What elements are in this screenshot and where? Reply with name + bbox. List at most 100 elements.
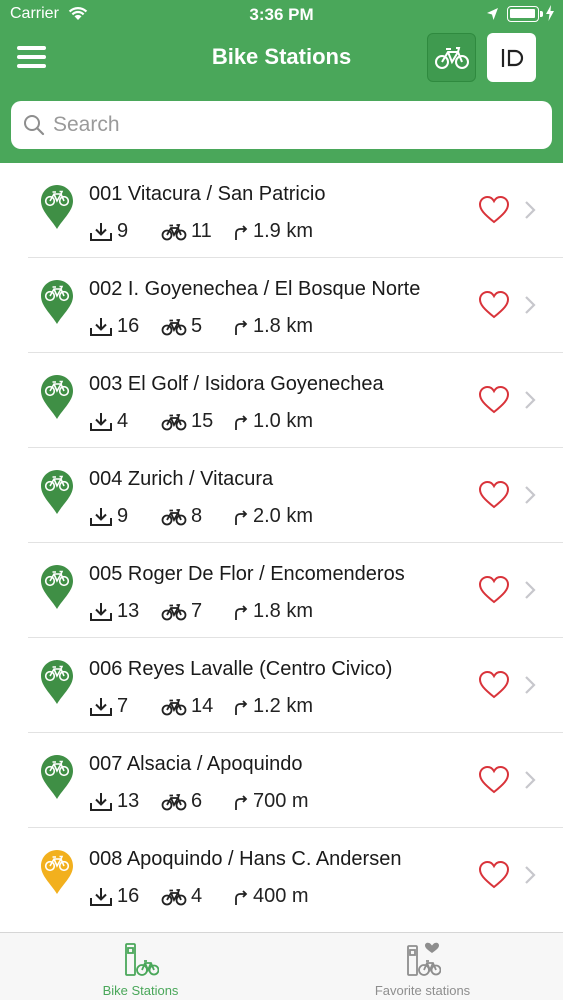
status-bar: Carrier 3:36 PM [0, 0, 563, 30]
station-stats: 13 6 700 m [89, 790, 309, 813]
tab-favorite-stations[interactable]: Favorite stations [282, 933, 563, 1000]
station-name: 002 I. Goyenechea / El Bosque Norte [89, 278, 421, 300]
bicycle-icon [161, 603, 187, 620]
bicycle-icon [434, 46, 469, 69]
available-docks: 16 [89, 315, 161, 338]
bicycle-icon [161, 318, 187, 335]
tab-label: Favorite stations [374, 983, 471, 998]
distance-value: 1.8 km [253, 600, 314, 622]
turn-arrow-icon [235, 604, 248, 620]
station-stats: 13 7 1.8 km [89, 600, 313, 623]
dock-download-icon [90, 602, 112, 621]
docks-count: 13 [117, 790, 140, 812]
available-bikes: 5 [161, 315, 233, 338]
bikes-count: 4 [191, 885, 203, 907]
docks-count: 9 [117, 220, 129, 242]
tab-label: Bike Stations [102, 983, 179, 998]
station-name: 001 Vitacura / San Patricio [89, 183, 326, 205]
dock-download-icon [90, 887, 112, 906]
docks-count: 7 [117, 695, 129, 717]
map-pin-bicycle-icon [41, 280, 73, 324]
favorite-heart-icon[interactable] [478, 480, 510, 510]
turn-arrow-icon [235, 224, 248, 240]
station-distance: 1.2 km [233, 695, 313, 718]
status-time: 3:36 PM [249, 5, 314, 24]
bicycle-icon [161, 888, 187, 905]
tab-bike-stations[interactable]: Bike Stations [0, 933, 281, 1000]
station-stats: 7 14 1.2 km [89, 695, 313, 718]
turn-arrow-icon [235, 794, 248, 810]
dock-filter-button[interactable] [487, 33, 536, 82]
favorite-heart-icon[interactable] [478, 670, 510, 700]
favorite-heart-icon[interactable] [478, 765, 510, 795]
bicycle-icon [161, 413, 187, 430]
distance-value: 400 m [253, 885, 309, 907]
bicycle-icon [161, 223, 187, 240]
docks-count: 16 [117, 315, 140, 337]
map-pin-bicycle-icon [41, 185, 73, 229]
dock-download-icon [90, 412, 112, 431]
dock-icon [501, 48, 523, 67]
bikes-count: 11 [191, 220, 212, 242]
bike-filter-button[interactable] [427, 33, 476, 82]
dock-download-icon [90, 317, 112, 336]
bikes-count: 14 [191, 695, 214, 717]
station-row[interactable]: 006 Reyes Lavalle (Centro Civico) 7 14 1… [28, 638, 563, 733]
search-bar [11, 101, 552, 149]
station-stats: 4 15 1.0 km [89, 410, 313, 433]
favorite-heart-icon[interactable] [478, 575, 510, 605]
station-row[interactable]: 004 Zurich / Vitacura 9 8 2.0 km [28, 448, 563, 543]
station-row[interactable]: 001 Vitacura / San Patricio 9 11 1.9 km [28, 163, 563, 258]
chevron-right-icon [525, 581, 536, 599]
chevron-right-icon [525, 391, 536, 409]
favorite-heart-icon[interactable] [478, 195, 510, 225]
turn-arrow-icon [235, 319, 248, 335]
available-bikes: 14 [161, 695, 233, 718]
available-bikes: 4 [161, 885, 233, 908]
map-pin-bicycle-icon [41, 850, 73, 894]
distance-value: 700 m [253, 790, 309, 812]
turn-arrow-icon [235, 889, 248, 905]
available-bikes: 8 [161, 505, 233, 528]
dock-download-icon [90, 507, 112, 526]
station-stats: 9 11 1.9 km [89, 220, 313, 243]
station-distance: 2.0 km [233, 505, 313, 528]
station-stats: 16 4 400 m [89, 885, 309, 908]
favorite-heart-icon[interactable] [478, 860, 510, 890]
map-pin-bicycle-icon [41, 755, 73, 799]
docks-count: 16 [117, 885, 140, 907]
search-icon [24, 115, 45, 136]
station-row[interactable]: 005 Roger De Flor / Encomenderos 13 7 1.… [28, 543, 563, 638]
map-pin-bicycle-icon [41, 375, 73, 419]
station-row[interactable]: 002 I. Goyenechea / El Bosque Norte 16 5… [28, 258, 563, 353]
chevron-right-icon [525, 771, 536, 789]
station-name: 008 Apoquindo / Hans C. Andersen [89, 848, 402, 870]
dock-download-icon [90, 792, 112, 811]
available-docks: 16 [89, 885, 161, 908]
turn-arrow-icon [235, 509, 248, 525]
available-docks: 9 [89, 505, 161, 528]
bicycle-icon [161, 793, 187, 810]
turn-arrow-icon [235, 699, 248, 715]
station-row[interactable]: 003 El Golf / Isidora Goyenechea 4 15 1.… [28, 353, 563, 448]
favorite-heart-icon[interactable] [478, 385, 510, 415]
station-name: 004 Zurich / Vitacura [89, 468, 274, 490]
chevron-right-icon [525, 201, 536, 219]
station-row[interactable]: 008 Apoquindo / Hans C. Andersen 16 4 40… [28, 828, 563, 923]
charging-icon [546, 5, 554, 21]
search-input[interactable] [53, 113, 533, 137]
available-docks: 13 [89, 790, 161, 813]
available-docks: 4 [89, 410, 161, 433]
battery-cap [540, 11, 543, 17]
bike-station-icon [124, 943, 159, 976]
bikes-count: 5 [191, 315, 203, 337]
favorite-heart-icon[interactable] [478, 290, 510, 320]
distance-value: 1.8 km [253, 315, 314, 337]
navigation-header: Carrier 3:36 PM Bike Stations [0, 0, 563, 163]
station-distance: 1.0 km [233, 410, 313, 433]
bicycle-icon [161, 698, 187, 715]
available-bikes: 15 [161, 410, 233, 433]
station-name: 003 El Golf / Isidora Goyenechea [89, 373, 384, 395]
station-row[interactable]: 007 Alsacia / Apoquindo 13 6 700 m [28, 733, 563, 828]
tab-bar: Bike Stations Favorite stations [0, 932, 563, 1000]
